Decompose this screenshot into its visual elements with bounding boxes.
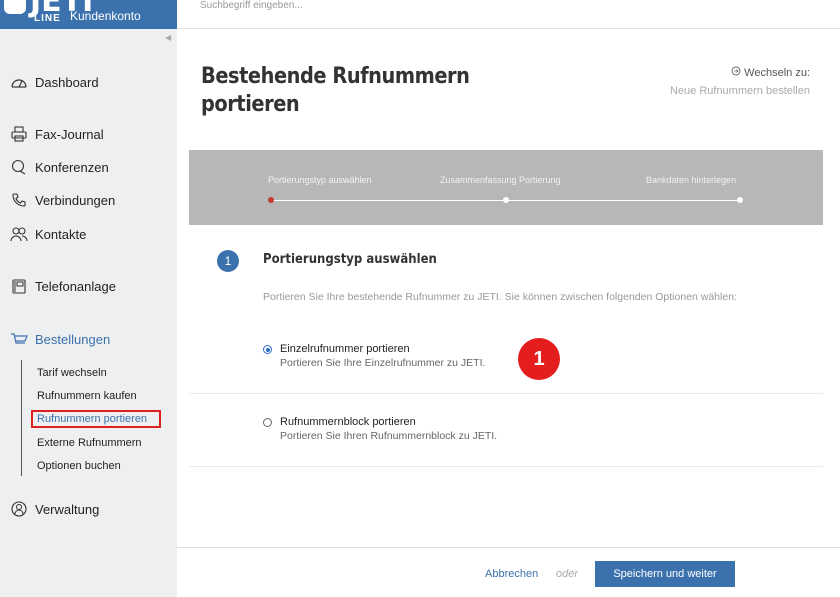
section-number-badge: 1 [217, 250, 239, 272]
step-label-1: Portierungstyp auswählen [268, 175, 372, 185]
step-dot-3 [737, 197, 743, 203]
submenu-item-rufnummern-portieren[interactable]: Rufnummern portieren [37, 413, 147, 425]
sidebar-item-label: Kontakte [35, 226, 87, 242]
sidebar-item-fax-journal[interactable]: Fax-Journal [10, 125, 104, 143]
sidebar-item-label: Verbindungen [35, 192, 116, 208]
sidebar-item-label: Bestellungen [35, 331, 111, 347]
option-title: Einzelrufnummer portieren [280, 343, 410, 355]
brand-area[interactable]: JETI LINE Kundenkonto [0, 0, 177, 29]
step-label-3: Bankdaten hinterlegen [646, 175, 737, 185]
sidebar-item-label: Fax-Journal [35, 126, 104, 142]
radio-einzelrufnummer[interactable] [263, 345, 272, 354]
sidebar-item-verwaltung[interactable]: Verwaltung [10, 500, 99, 518]
submenu-item-optionen-buchen[interactable]: Optionen buchen [37, 460, 121, 472]
cart-icon [10, 330, 28, 348]
submenu-item-externe-rufnummern[interactable]: Externe Rufnummern [37, 437, 142, 449]
logo-mark [4, 0, 26, 14]
logo-sub: LINE [34, 13, 61, 24]
option-title: Rufnummernblock portieren [280, 416, 416, 428]
option-description: Portieren Sie Ihren Rufnummernblock zu J… [280, 430, 498, 442]
sidebar-item-dashboard[interactable]: Dashboard [10, 73, 99, 91]
user-icon [10, 500, 28, 518]
switch-icon [731, 66, 741, 79]
sidebar-item-bestellungen[interactable]: Bestellungen [10, 330, 110, 348]
switch-label: Wechseln zu: [670, 66, 810, 79]
phone-icon [10, 191, 28, 209]
page-title: Bestehende Rufnummern portieren [201, 64, 470, 117]
step-dot-1 [268, 197, 274, 203]
sidebar-item-konferenzen[interactable]: Konferenzen [10, 158, 109, 176]
sidebar-item-label: Dashboard [35, 74, 99, 90]
option-divider [189, 466, 823, 467]
search-input[interactable] [200, 0, 600, 11]
sidebar-item-telefonanlage[interactable]: Telefonanlage [10, 277, 116, 295]
option-description: Portieren Sie Ihre Einzelrufnummer zu JE… [280, 357, 486, 369]
pbx-icon [10, 277, 28, 295]
switch-panel: Wechseln zu: Neue Rufnummern bestellen [670, 66, 810, 98]
progress-stepper: Portierungstyp auswählen Zusammenfassung… [189, 150, 823, 225]
footer-bar: Abbrechen oder Speichern und weiter [177, 547, 840, 597]
conference-icon [10, 158, 28, 176]
new-numbers-link[interactable]: Neue Rufnummern bestellen [670, 85, 810, 97]
sidebar-item-kontakte[interactable]: Kontakte [10, 225, 86, 243]
sidebar-item-label: Telefonanlage [35, 278, 116, 294]
sidebar-item-verbindungen[interactable]: Verbindungen [10, 191, 115, 209]
dashboard-icon [10, 73, 28, 91]
section-description: Portieren Sie Ihre bestehende Rufnummer … [263, 291, 737, 303]
collapse-arrow-icon[interactable]: ◀ [165, 33, 171, 42]
option-rufnummernblock[interactable]: Rufnummernblock portieren Portieren Sie … [263, 416, 497, 442]
top-bar: JETI LINE Kundenkonto [0, 0, 840, 29]
sidebar: ◀ Dashboard Fax-Journal Konferenzen Verb… [0, 29, 177, 597]
annotation-badge: 1 [518, 338, 560, 380]
step-label-2: Zusammenfassung Portierung [440, 175, 561, 185]
main-content: Bestehende Rufnummern portieren Wechseln… [177, 29, 840, 597]
submenu-guide-line [21, 360, 22, 476]
option-einzelrufnummer[interactable]: Einzelrufnummer portieren Portieren Sie … [263, 343, 485, 369]
fax-icon [10, 125, 28, 143]
cancel-link[interactable]: Abbrechen [485, 568, 538, 580]
save-and-continue-button[interactable]: Speichern und weiter [595, 561, 735, 587]
or-text: oder [556, 568, 579, 580]
step-dot-2 [503, 197, 509, 203]
section-title: Portierungstyp auswählen [263, 252, 437, 267]
sidebar-item-label: Konferenzen [35, 159, 109, 175]
brand-subtitle: Kundenkonto [70, 9, 141, 23]
radio-rufnummernblock[interactable] [263, 418, 272, 427]
sidebar-item-label: Verwaltung [35, 501, 100, 517]
option-divider [189, 393, 823, 394]
submenu-item-rufnummern-kaufen[interactable]: Rufnummern kaufen [37, 390, 137, 402]
contacts-icon [10, 225, 28, 243]
switch-label-text: Wechseln zu: [744, 66, 810, 79]
submenu-item-tarif-wechseln[interactable]: Tarif wechseln [37, 367, 107, 379]
